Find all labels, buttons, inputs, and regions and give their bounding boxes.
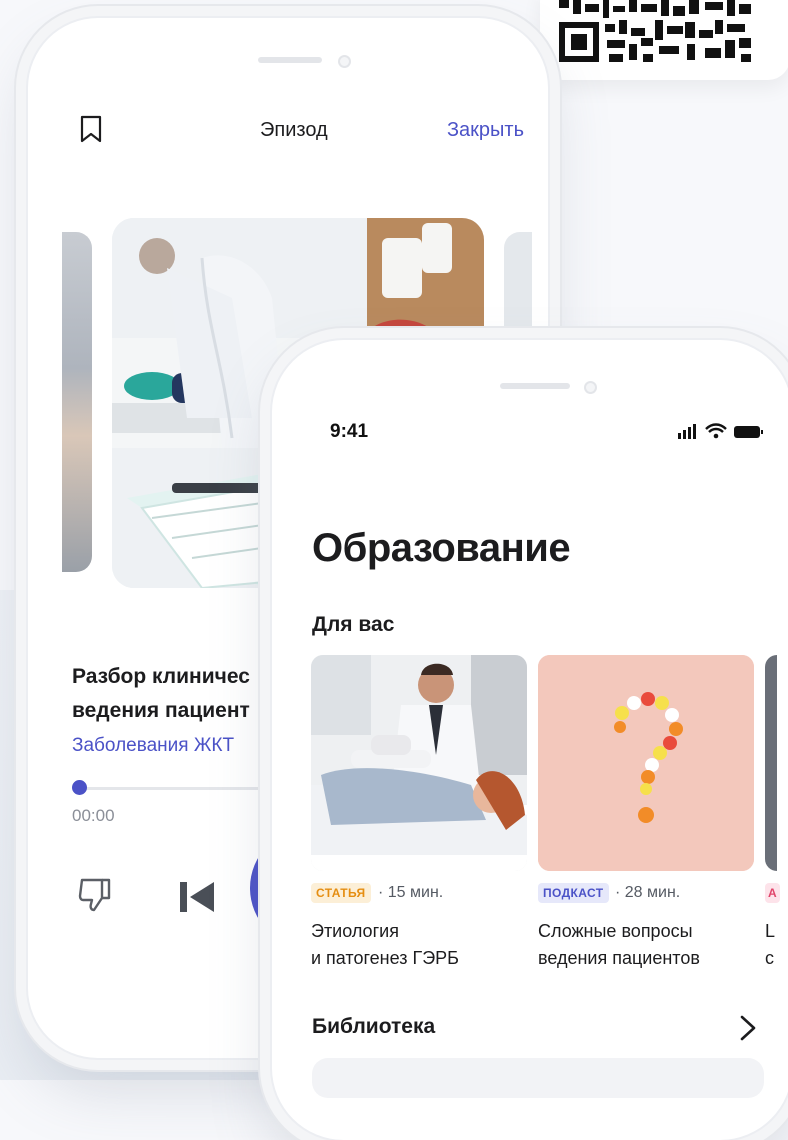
episode-title: Разбор клиничес ведения пациент — [72, 660, 250, 728]
card-3-title[interactable]: L c — [765, 918, 775, 972]
status-time: 9:41 — [330, 421, 369, 442]
camera-front — [584, 381, 597, 394]
library-card[interactable] — [312, 1058, 764, 1098]
skip-back-icon[interactable] — [178, 880, 218, 919]
episode-header: Эпизод Закрыть — [62, 105, 532, 153]
carousel-prev-image[interactable] — [62, 232, 92, 572]
status-icons — [676, 421, 766, 448]
wifi-icon — [705, 423, 727, 439]
section-library[interactable]: Библиотека — [312, 1015, 435, 1039]
card-3-image[interactable] — [765, 655, 777, 871]
card-1-image[interactable] — [311, 655, 527, 871]
speaker-front — [500, 383, 570, 389]
card-1-duration: · 15 мин. — [378, 884, 444, 901]
battery-icon — [734, 426, 763, 438]
progress-track[interactable] — [80, 787, 280, 790]
card-1-tag: СТАТЬЯ — [311, 883, 371, 903]
card-2-tag: ПОДКАСТ — [538, 883, 609, 903]
camera — [338, 55, 351, 68]
dislike-icon[interactable] — [78, 876, 112, 919]
card-3-title-line2: c — [765, 948, 774, 968]
episode-title-line1: Разбор клиничес — [72, 665, 250, 688]
card-2-image[interactable] — [538, 655, 754, 871]
progress-handle[interactable] — [72, 780, 87, 795]
card-2-title-line1: Сложные вопросы — [538, 921, 693, 941]
episode-category-link[interactable]: Заболевания ЖКТ — [72, 735, 234, 757]
signal-icon — [678, 424, 696, 439]
card-1-title[interactable]: Этиология и патогенез ГЭРБ — [311, 918, 459, 972]
section-for-you: Для вас — [312, 613, 395, 636]
card-2-duration: · 28 мин. — [615, 884, 681, 901]
episode-header-title: Эпизод — [260, 119, 328, 141]
card-3-tag: A — [765, 883, 781, 903]
card-2-title-line2: ведения пациентов — [538, 948, 700, 968]
page-title: Образование — [312, 526, 571, 570]
card-3-title-line1: L — [765, 921, 776, 941]
speaker — [258, 57, 322, 63]
qr-code — [555, 0, 755, 66]
card-2-title[interactable]: Сложные вопросы ведения пациентов — [538, 918, 700, 972]
chevron-right-icon[interactable] — [738, 1014, 758, 1047]
card-1-title-line1: Этиология — [311, 921, 399, 941]
bookmark-icon[interactable] — [80, 115, 102, 148]
close-button[interactable]: Закрыть — [447, 119, 524, 142]
card-1-title-line2: и патогенез ГЭРБ — [311, 948, 459, 968]
episode-title-line2: ведения пациент — [72, 699, 250, 722]
elapsed-time: 00:00 — [72, 806, 115, 825]
